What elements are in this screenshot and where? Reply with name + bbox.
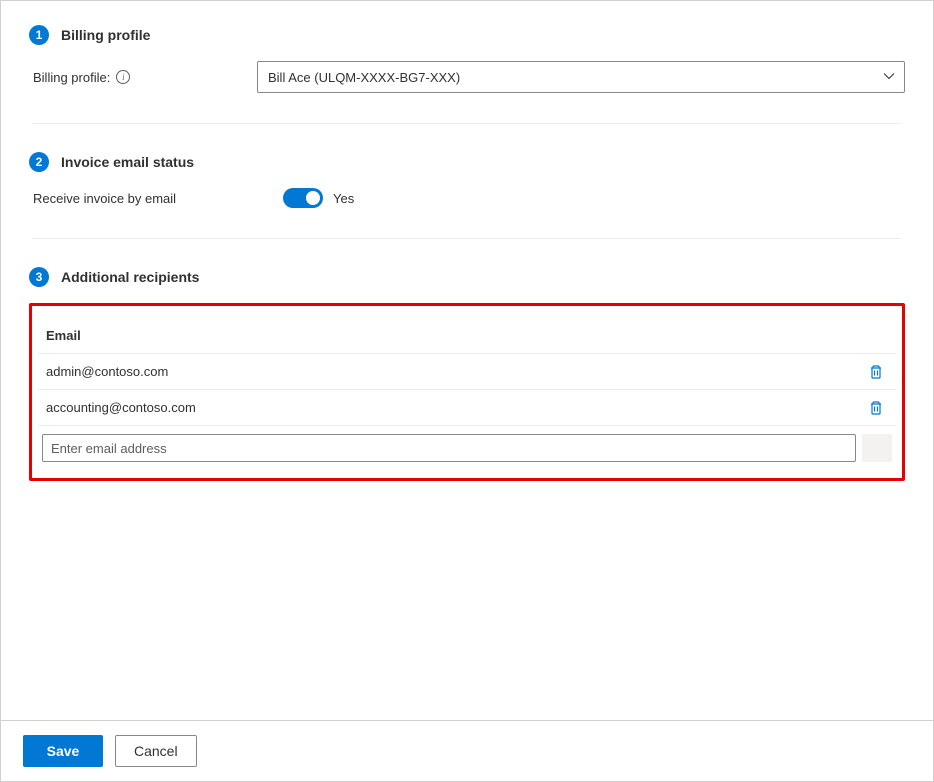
recipients-highlight-box: Email admin@contoso.com accounting@conto… <box>29 303 905 481</box>
cancel-button[interactable]: Cancel <box>115 735 197 767</box>
delete-recipient-button[interactable] <box>860 400 892 416</box>
billing-profile-select[interactable]: Bill Ace (ULQM-XXXX-BG7-XXX) <box>257 61 905 93</box>
input-action-area <box>862 434 892 462</box>
save-button[interactable]: Save <box>23 735 103 767</box>
step-2-badge: 2 <box>29 152 49 172</box>
step-3-badge: 3 <box>29 267 49 287</box>
section3-header: 3 Additional recipients <box>29 267 905 287</box>
toggle-knob <box>306 191 320 205</box>
billing-profile-value: Bill Ace (ULQM-XXXX-BG7-XXX) <box>268 70 460 85</box>
section2-header: 2 Invoice email status <box>29 152 905 172</box>
section1-title: Billing profile <box>61 27 150 43</box>
section1-header: 1 Billing profile <box>29 25 905 45</box>
recipient-row: accounting@contoso.com <box>38 390 896 426</box>
receive-invoice-label: Receive invoice by email <box>33 191 283 206</box>
step-1-badge: 1 <box>29 25 49 45</box>
delete-recipient-button[interactable] <box>860 364 892 380</box>
info-icon[interactable]: i <box>116 70 130 84</box>
footer-bar: Save Cancel <box>1 720 933 781</box>
add-email-input[interactable] <box>42 434 856 462</box>
section2-title: Invoice email status <box>61 154 194 170</box>
divider <box>33 123 901 124</box>
divider <box>33 238 901 239</box>
trash-icon <box>868 364 884 380</box>
recipient-row: admin@contoso.com <box>38 354 896 390</box>
recipient-email: accounting@contoso.com <box>42 400 860 415</box>
email-column-header: Email <box>38 320 896 354</box>
recipient-email: admin@contoso.com <box>42 364 860 379</box>
trash-icon <box>868 400 884 416</box>
billing-profile-label: Billing profile: i <box>33 70 257 85</box>
section3-title: Additional recipients <box>61 269 199 285</box>
toggle-state-text: Yes <box>333 191 354 206</box>
receive-invoice-toggle[interactable] <box>283 188 323 208</box>
